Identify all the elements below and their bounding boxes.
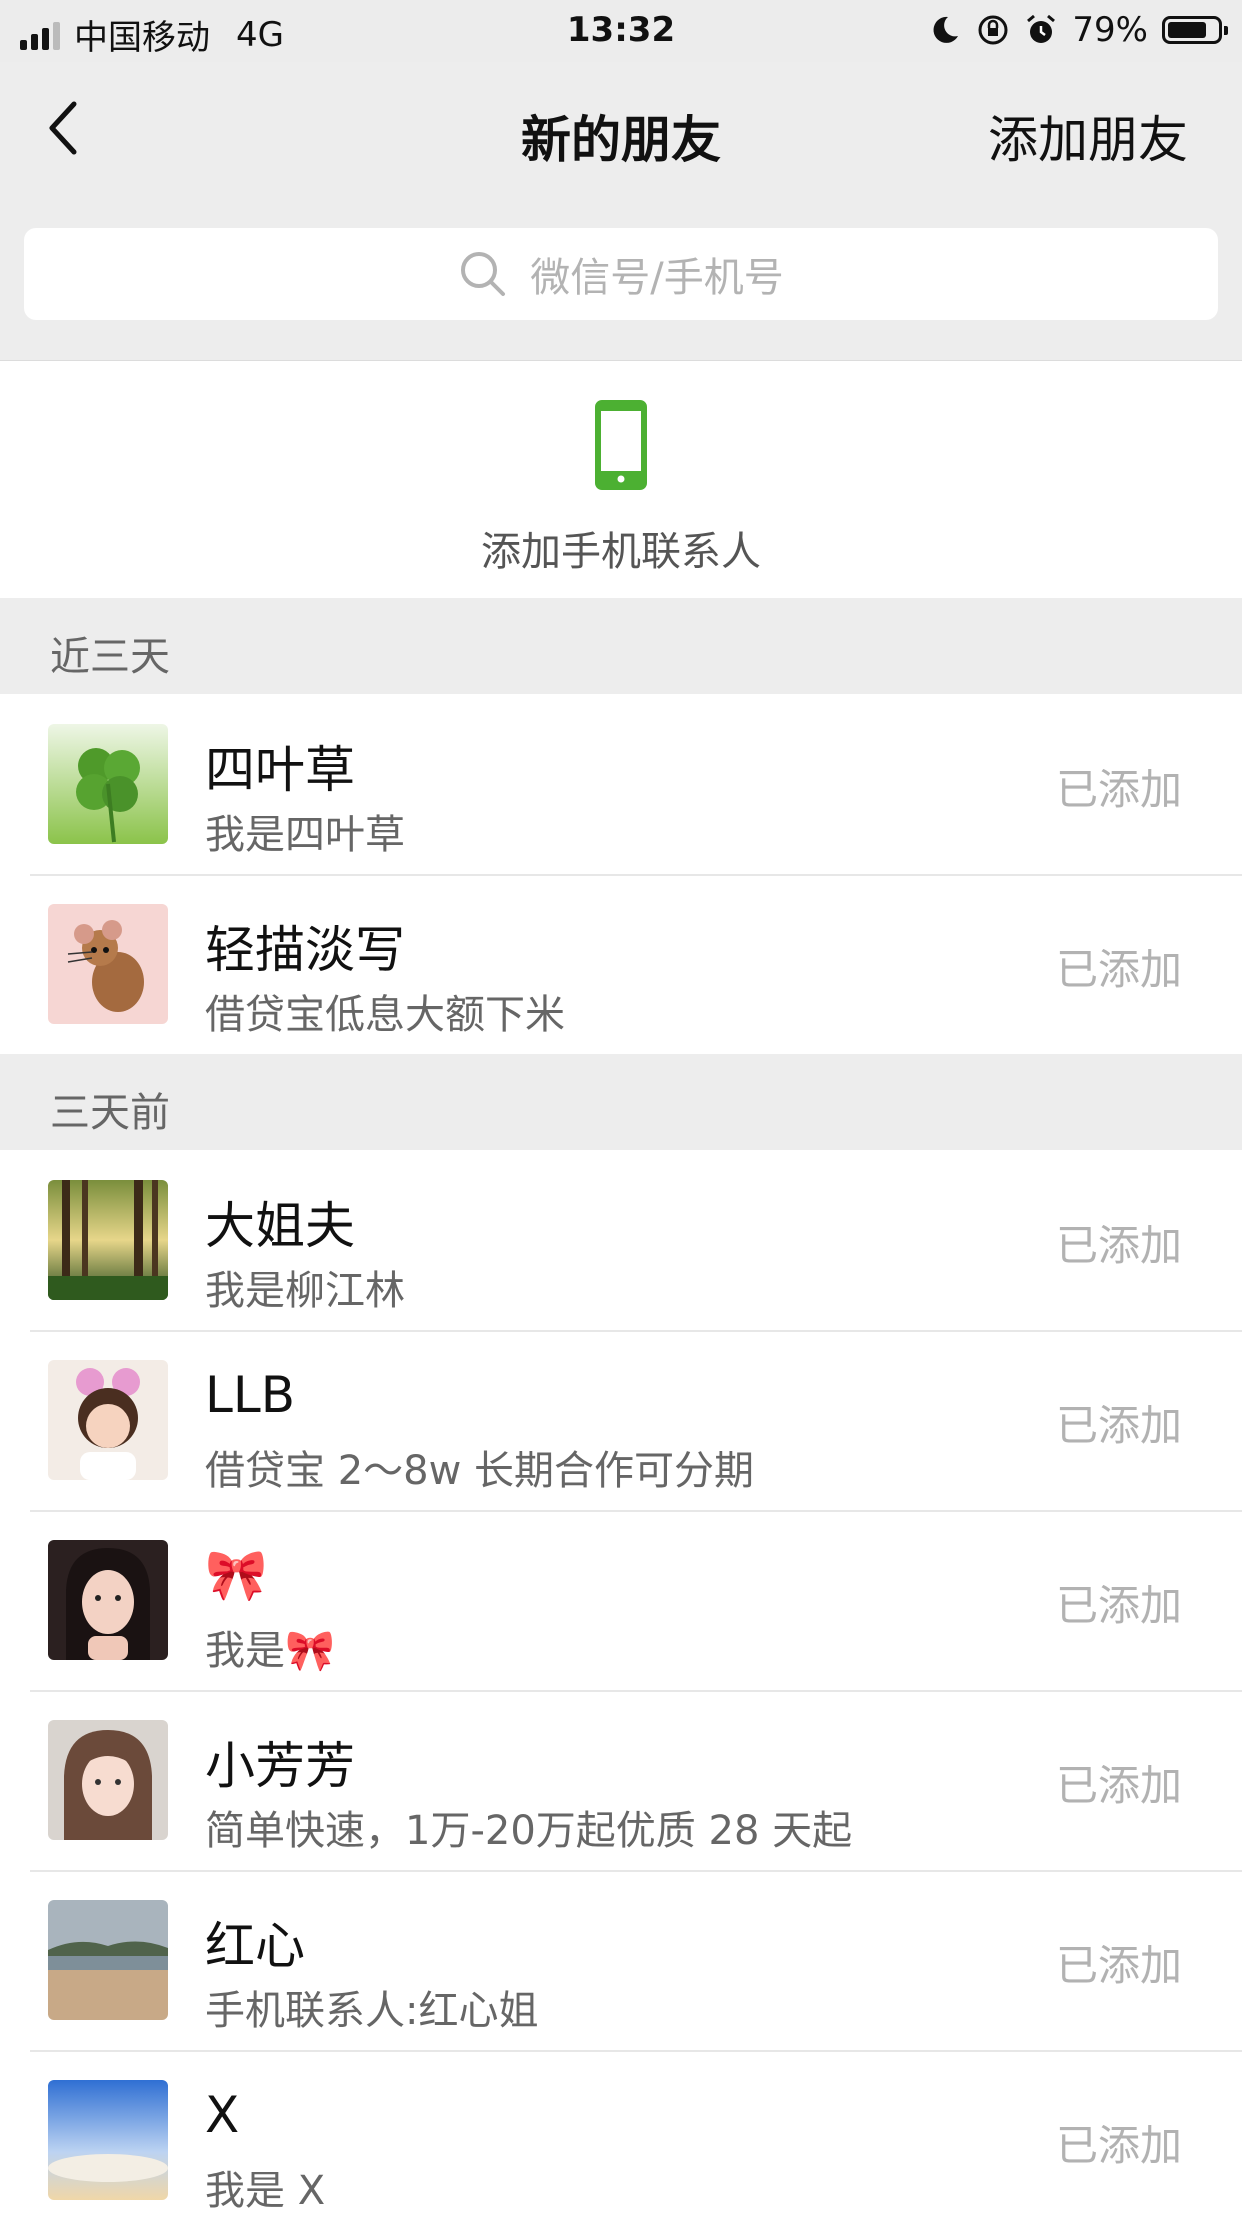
friend-name: 大姐夫: [205, 1197, 355, 1255]
battery-fill: [1168, 22, 1206, 38]
battery-percent: 79%: [1072, 10, 1148, 50]
battery-icon: [1162, 16, 1228, 44]
friend-message: 我是🎀: [205, 1628, 335, 1674]
friend-message: 借贷宝 2～8w 长期合作可分期: [205, 1448, 755, 1494]
friend-message: 我是柳江林: [205, 1268, 405, 1314]
friend-row[interactable]: X 我是 X 已添加: [0, 2050, 1242, 2230]
search-placeholder: 微信号/手机号: [530, 255, 784, 301]
friend-message: 我是四叶草: [205, 812, 405, 858]
friend-message: 手机联系人:红心姐: [205, 1988, 539, 2034]
friend-name: 四叶草: [205, 741, 355, 799]
add-phone-contacts-label: 添加手机联系人: [481, 529, 761, 575]
child-avatar: [48, 1360, 168, 1480]
cartoon-mouse-avatar: [48, 904, 168, 1024]
section-header-earlier: 三天前: [0, 1054, 1242, 1150]
clover-avatar: [48, 724, 168, 844]
search-icon: [461, 252, 506, 296]
add-phone-contacts-button[interactable]: 添加手机联系人: [0, 360, 1242, 599]
friend-name: X: [205, 2086, 240, 2144]
added-status: 已添加: [1055, 1581, 1182, 1630]
moon-icon: [933, 16, 959, 43]
friend-name: 🎀: [205, 1546, 268, 1604]
nav-bar: 新的朋友 添加朋友: [0, 62, 1242, 192]
added-status: 已添加: [1055, 945, 1182, 994]
friend-list-recent: 四叶草 我是四叶草 已添加 轻描淡写 借贷宝低息大额下米 已添加: [0, 694, 1242, 1054]
sky-avatar: [48, 2080, 168, 2200]
friend-message: 我是 X: [205, 2168, 326, 2214]
added-status: 已添加: [1055, 1401, 1182, 1450]
friend-row[interactable]: 大姐夫 我是柳江林 已添加: [0, 1150, 1242, 1330]
friend-row[interactable]: 四叶草 我是四叶草 已添加: [0, 694, 1242, 874]
added-status: 已添加: [1055, 765, 1182, 814]
friend-message: 借贷宝低息大额下米: [205, 992, 565, 1038]
friend-row[interactable]: 轻描淡写 借贷宝低息大额下米 已添加: [0, 874, 1242, 1054]
add-friend-button[interactable]: 添加朋友: [988, 100, 1188, 172]
girl-avatar: [48, 1540, 168, 1660]
friend-name: 轻描淡写: [205, 921, 405, 979]
section-header-label: 三天前: [50, 1090, 170, 1136]
status-right: 79%: [928, 10, 1228, 50]
beach-avatar: [48, 1900, 168, 2020]
added-status: 已添加: [1055, 1941, 1182, 1990]
friend-name: LLB: [205, 1366, 296, 1424]
friend-message: 简单快速，1万-20万起优质 28 天起: [205, 1808, 853, 1854]
search-input[interactable]: 微信号/手机号: [24, 228, 1218, 320]
friend-row[interactable]: 小芳芳 简单快速，1万-20万起优质 28 天起 已添加: [0, 1690, 1242, 1870]
rotation-lock-icon: [978, 15, 1008, 45]
alarm-icon: [1027, 14, 1056, 43]
added-status: 已添加: [1055, 1761, 1182, 1810]
friend-row[interactable]: LLB 借贷宝 2～8w 长期合作可分期 已添加: [0, 1330, 1242, 1510]
friend-name: 红心: [205, 1917, 305, 1975]
friend-row[interactable]: 🎀 我是🎀 已添加: [0, 1510, 1242, 1690]
forest-avatar: [48, 1180, 168, 1300]
section-header-label: 近三天: [50, 634, 170, 680]
friend-row[interactable]: 红心 手机联系人:红心姐 已添加: [0, 1870, 1242, 2050]
woman-avatar: [48, 1720, 168, 1840]
status-bar: 中国移动 4G 13:32 79%: [0, 0, 1242, 62]
phone-icon: [595, 400, 647, 490]
added-status: 已添加: [1055, 1221, 1182, 1270]
friend-name: 小芳芳: [205, 1737, 355, 1795]
added-status: 已添加: [1055, 2121, 1182, 2170]
section-header-recent: 近三天: [0, 598, 1242, 694]
friend-list-earlier: 大姐夫 我是柳江林 已添加 LLB 借贷宝 2～8w 长期合作可分期 已添加 🎀…: [0, 1150, 1242, 2230]
